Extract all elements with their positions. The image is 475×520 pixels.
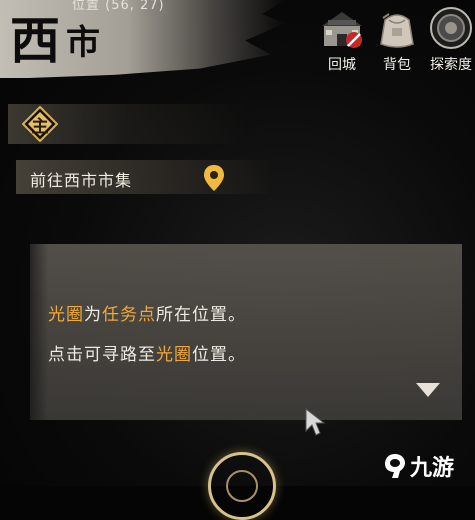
city-name-char2: 市 [66, 23, 100, 63]
tip-line-2: 点击可寻路至光圈位置。 [48, 340, 246, 365]
watermark-logo-icon [385, 454, 405, 478]
quest-title: 前往西市市集 [30, 171, 133, 190]
tip-highlight: 光圈 [156, 345, 192, 365]
tip-highlight: 光圈 [48, 305, 84, 325]
target-ring-inner [226, 470, 258, 502]
next-arrow-button[interactable] [414, 380, 442, 400]
quest-type-label: 主 [31, 116, 49, 137]
explore-icon [429, 6, 473, 50]
explore-button[interactable]: 探索度 [423, 6, 475, 78]
return-city-button[interactable]: 回城 [314, 6, 370, 78]
tip-text: 所在位置。 [156, 305, 246, 325]
city-name: 西 市 [10, 6, 100, 66]
tip-line-1: 光圈为任务点所在位置。 [48, 300, 246, 325]
pointer-cursor-icon [304, 407, 326, 437]
explore-label: 探索度 [430, 57, 472, 73]
return-city-label: 回城 [328, 57, 356, 73]
tip-text: 位置。 [192, 345, 246, 365]
tip-highlight: 任务点 [102, 305, 156, 325]
backpack-button[interactable]: 背包 [369, 6, 425, 78]
map-pin-icon [202, 164, 226, 192]
tip-text: 点击可寻路至 [48, 345, 156, 365]
triangle-down-icon [416, 383, 440, 397]
backpack-icon [375, 6, 419, 50]
watermark-text: 九游 [410, 456, 455, 481]
backpack-label: 背包 [383, 57, 411, 73]
watermark: 九游 [384, 450, 454, 482]
tip-text: 为 [84, 305, 102, 325]
quest-tracker-item[interactable]: 前往西市市集 [16, 160, 268, 194]
return-city-icon [320, 6, 364, 50]
city-name-char1: 西 [10, 11, 60, 70]
tip-dialog: 光圈为任务点所在位置。 点击可寻路至光圈位置。 [30, 244, 462, 420]
